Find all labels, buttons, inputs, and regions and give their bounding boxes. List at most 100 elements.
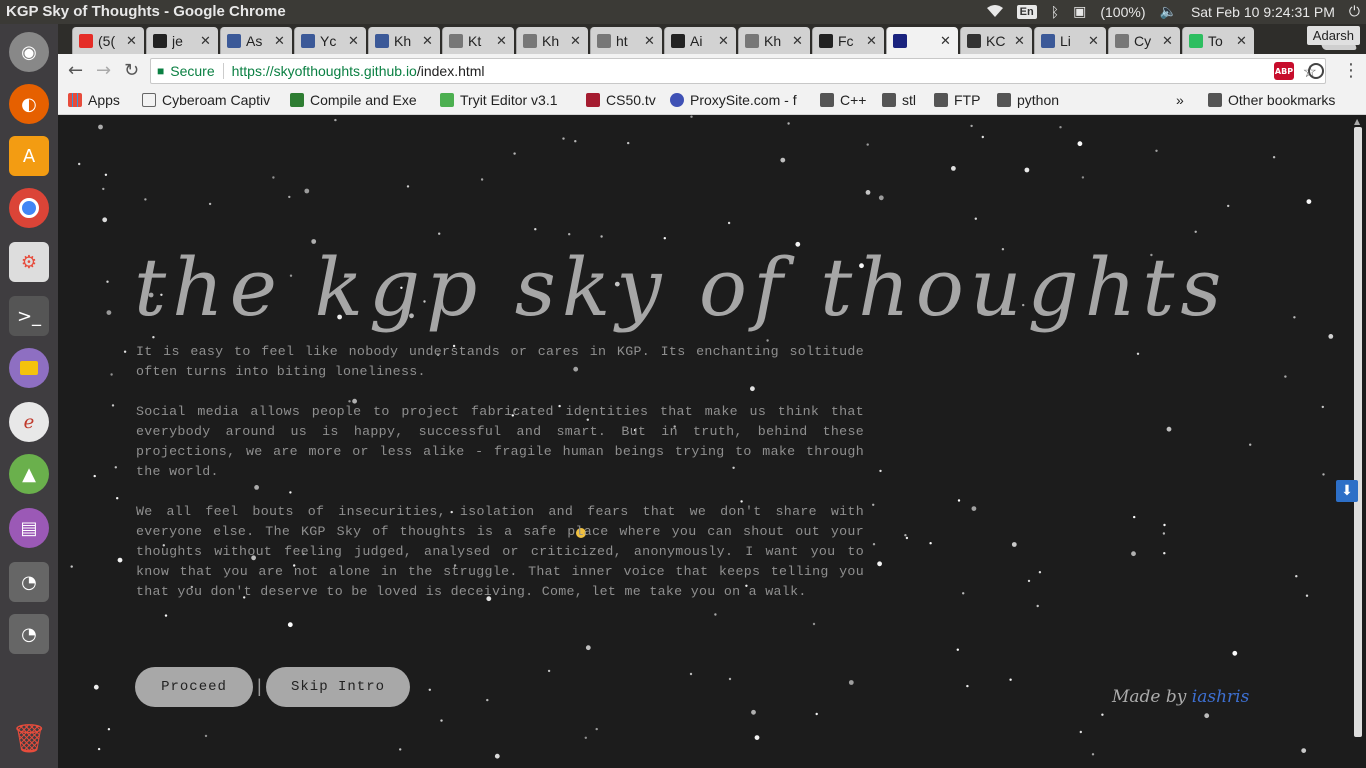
trash-icon[interactable]: 🗑: [9, 718, 49, 758]
star: [1249, 443, 1252, 446]
bookmark-folder-stl[interactable]: stl: [882, 92, 916, 108]
writer-icon[interactable]: ℯ: [9, 402, 49, 442]
star: [812, 622, 816, 626]
browser-tab[interactable]: Li ✕: [1034, 27, 1106, 54]
author-link[interactable]: iashris: [1192, 687, 1250, 707]
bookmark-item[interactable]: Cyberoam Captiv: [142, 92, 278, 108]
star: [486, 698, 489, 702]
proceed-button[interactable]: Proceed: [135, 667, 253, 707]
power-icon[interactable]: ⏻: [1349, 3, 1360, 20]
star: [663, 237, 666, 240]
star: [1079, 730, 1082, 734]
chrome-icon[interactable]: [9, 188, 49, 228]
browser-tab[interactable]: KC ✕: [960, 27, 1032, 54]
ubuntu-icon[interactable]: ◉: [9, 32, 49, 72]
star: [1163, 523, 1166, 527]
browser-tab[interactable]: (5( ✕: [72, 27, 144, 54]
close-tab-icon[interactable]: ✕: [496, 33, 510, 49]
bookmark-folder-ftp[interactable]: FTP: [934, 92, 980, 108]
browser-tab[interactable]: To ✕: [1182, 27, 1254, 54]
close-tab-icon[interactable]: ✕: [1162, 33, 1176, 49]
w3-icon: [440, 93, 454, 107]
star: [304, 188, 310, 194]
browser-tab[interactable]: Yc ✕: [294, 27, 366, 54]
close-tab-icon[interactable]: ✕: [126, 33, 140, 49]
browser-tab[interactable]: Fc ✕: [812, 27, 884, 54]
lock-icon[interactable]: ■: [157, 64, 164, 78]
scroll-down-arrow-icon[interactable]: ⬇: [1336, 480, 1358, 502]
close-tab-icon[interactable]: ✕: [348, 33, 362, 49]
browser-tab[interactable]: Cy ✕: [1108, 27, 1180, 54]
tab-strip: (5(✕ je ✕ As ✕ Yc ✕ Kh ✕ Kt ✕ Kh ✕ ht ✕ Ai ✕ Kh ✕ Fc ✕ ✕ KC ✕ Li…: [58, 24, 1366, 54]
disk-icon[interactable]: ◔: [9, 614, 49, 654]
keyboard-language-indicator[interactable]: En: [1016, 4, 1037, 19]
close-tab-icon[interactable]: ✕: [792, 33, 806, 49]
clock[interactable]: Sat Feb 10 9:24:31 PM: [1191, 4, 1335, 20]
files-icon[interactable]: [9, 348, 49, 388]
scrollbar-thumb[interactable]: [1354, 127, 1362, 737]
close-tab-icon[interactable]: ✕: [1014, 33, 1028, 49]
battery-percent: (100%): [1100, 3, 1146, 20]
close-tab-icon[interactable]: ✕: [718, 33, 732, 49]
terminal-icon[interactable]: >_: [9, 296, 49, 336]
menu-icon[interactable]: ⋮: [1342, 60, 1360, 81]
browser-tab[interactable]: Kt ✕: [442, 27, 514, 54]
profile-button[interactable]: Adarsh: [1306, 26, 1360, 45]
browser-tab[interactable]: Ai ✕: [664, 27, 736, 54]
image-viewer-icon[interactable]: ▲: [9, 454, 49, 494]
other-bookmarks[interactable]: Other bookmarks: [1208, 92, 1335, 108]
battery-icon[interactable]: ▣: [1073, 3, 1086, 20]
close-tab-icon[interactable]: ✕: [274, 33, 288, 49]
close-tab-icon[interactable]: ✕: [422, 33, 436, 49]
github-icon: [671, 33, 685, 48]
browser-tab[interactable]: As ✕: [220, 27, 292, 54]
tab-title: (5(: [98, 32, 116, 49]
software-center-icon[interactable]: A: [9, 136, 49, 176]
scroll-up-icon[interactable]: ▲: [1354, 117, 1360, 126]
close-tab-icon[interactable]: ✕: [866, 33, 880, 49]
ghost-icon: [449, 33, 463, 48]
star: [690, 115, 693, 118]
bookmark-item[interactable]: CS50.tv: [586, 92, 656, 108]
volume-icon[interactable]: 🔈: [1160, 3, 1177, 20]
bookmark-item[interactable]: Compile and Exe: [290, 92, 428, 108]
bookmark-apps[interactable]: Apps: [68, 92, 120, 108]
apps-icon: [68, 93, 82, 107]
system-tray: En ᛒ ▣ (100%) 🔈 Sat Feb 10 9:24:31 PM ⏻: [986, 3, 1360, 20]
ghost-icon: [523, 33, 537, 48]
browser-tab[interactable]: ht ✕: [590, 27, 662, 54]
firefox-icon[interactable]: ◐: [9, 84, 49, 124]
star: [111, 404, 115, 407]
wifi-icon[interactable]: [986, 4, 1003, 20]
settings-toggle-icon[interactable]: ⚙: [9, 242, 49, 282]
back-icon[interactable]: ←: [68, 60, 83, 81]
close-tab-icon[interactable]: ✕: [200, 33, 214, 49]
star: [1163, 552, 1166, 555]
disk-icon[interactable]: ◔: [9, 562, 49, 602]
close-tab-icon[interactable]: ✕: [644, 33, 658, 49]
close-tab-icon[interactable]: ✕: [940, 33, 954, 49]
bookmarks-overflow-button[interactable]: »: [1176, 92, 1184, 108]
browser-tab[interactable]: Kh ✕: [516, 27, 588, 54]
skip-intro-button[interactable]: Skip Intro: [266, 667, 410, 707]
close-tab-icon[interactable]: ✕: [1088, 33, 1102, 49]
bluetooth-icon[interactable]: ᛒ: [1051, 4, 1059, 20]
close-tab-icon[interactable]: ✕: [570, 33, 584, 49]
bookmark-item[interactable]: ProxySite.com - f: [670, 92, 806, 108]
bookmark-folder-cpp[interactable]: C++: [820, 92, 866, 108]
url-host: https://skyofthoughts.github.io: [231, 63, 417, 79]
extension-icon[interactable]: [1308, 63, 1324, 79]
close-tab-icon[interactable]: ✕: [1236, 33, 1250, 49]
browser-tab[interactable]: je ✕: [146, 27, 218, 54]
bookmark-folder-python[interactable]: python: [997, 92, 1059, 108]
bookmark-item[interactable]: Tryit Editor v3.1: [440, 92, 558, 108]
browser-tab[interactable]: Kh ✕: [368, 27, 440, 54]
browser-tab[interactable]: ✕: [886, 27, 958, 54]
adblock-icon[interactable]: ABP: [1274, 62, 1294, 80]
address-bar[interactable]: ■ Secure https://skyofthoughts.github.io…: [150, 58, 1326, 84]
reload-icon[interactable]: ↻: [124, 60, 139, 81]
document-icon[interactable]: ▤: [9, 508, 49, 548]
forward-icon[interactable]: →: [96, 60, 111, 81]
scrollbar[interactable]: ▲: [1350, 115, 1366, 768]
browser-tab[interactable]: Kh ✕: [738, 27, 810, 54]
